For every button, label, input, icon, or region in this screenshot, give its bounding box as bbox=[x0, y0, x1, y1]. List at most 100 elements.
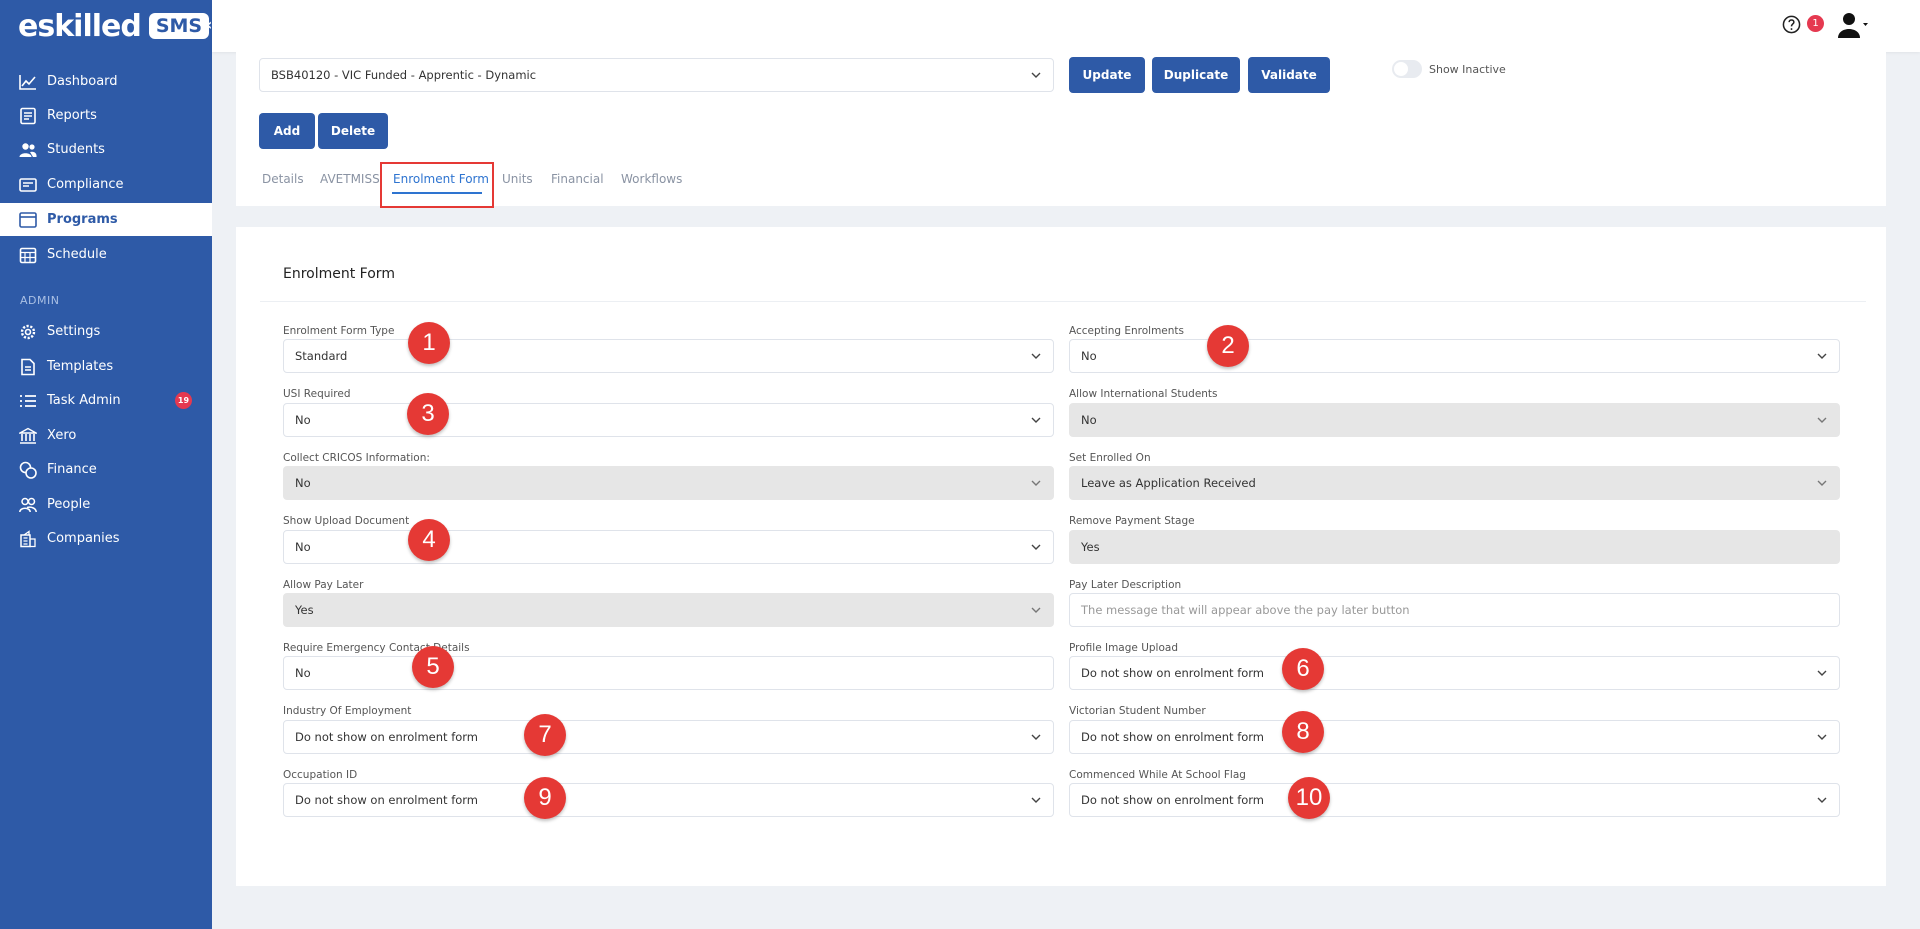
sidebar-item-templates[interactable]: Templates bbox=[0, 350, 212, 383]
logo-text: eskilled bbox=[18, 8, 142, 44]
set-enrolled-on-select: Leave as Application Received bbox=[1069, 466, 1840, 500]
select-value: Leave as Application Received bbox=[1081, 476, 1256, 490]
sidebar-item-settings[interactable]: Settings bbox=[0, 315, 212, 348]
add-button[interactable]: Add bbox=[259, 113, 315, 149]
list-icon bbox=[18, 391, 38, 411]
chevron-down-icon bbox=[1817, 417, 1827, 423]
user-icon[interactable] bbox=[1838, 11, 1868, 39]
select-value: Do not show on enrolment form bbox=[295, 730, 479, 744]
select-value: Yes bbox=[295, 603, 314, 617]
field-label: Accepting Enrolments bbox=[1069, 325, 1185, 337]
tab-avetmiss[interactable]: AVETMISS bbox=[320, 172, 380, 186]
validate-button[interactable]: Validate bbox=[1248, 57, 1330, 93]
sidebar-item-label: Schedule bbox=[47, 247, 107, 262]
show-inactive-toggle[interactable] bbox=[1392, 60, 1422, 78]
field-label: Profile Image Upload bbox=[1069, 642, 1178, 654]
field-label: Pay Later Description bbox=[1069, 579, 1182, 591]
sidebar-item-xero[interactable]: Xero bbox=[0, 419, 212, 452]
top-bar bbox=[212, 0, 1920, 52]
field-label: Victorian Student Number bbox=[1069, 705, 1206, 717]
logo[interactable]: eskilled SMS bbox=[18, 8, 210, 44]
sidebar-item-task-admin[interactable]: Task Admin 19 bbox=[0, 384, 212, 417]
tab-highlight-box bbox=[380, 162, 494, 208]
sidebar-item-finance[interactable]: Finance bbox=[0, 453, 212, 486]
sidebar-item-label: Templates bbox=[47, 359, 114, 374]
show-upload-document-select[interactable]: No bbox=[283, 530, 1054, 564]
accepting-enrolments-select[interactable]: No bbox=[1069, 339, 1840, 373]
sidebar-item-label: Xero bbox=[47, 428, 77, 443]
collect-cricos-select: No bbox=[283, 466, 1054, 500]
usi-required-select[interactable]: No bbox=[283, 403, 1054, 437]
update-button[interactable]: Update bbox=[1069, 57, 1145, 93]
double-chevron-left-icon[interactable]: « bbox=[202, 15, 212, 34]
sidebar-item-people[interactable]: People bbox=[0, 488, 212, 521]
callout-marker: 7 bbox=[524, 714, 566, 756]
chevron-down-icon bbox=[1817, 797, 1827, 803]
chevron-down-icon bbox=[1031, 417, 1041, 423]
sidebar-item-label: Compliance bbox=[47, 177, 124, 192]
field-value: Yes bbox=[1081, 540, 1100, 554]
chevron-down-icon bbox=[1817, 480, 1827, 486]
field-label: Allow International Students bbox=[1069, 388, 1218, 400]
card-divider bbox=[260, 301, 1866, 302]
sidebar-item-label: Students bbox=[47, 142, 105, 157]
callout-marker: 3 bbox=[407, 393, 449, 435]
tab-details[interactable]: Details bbox=[262, 172, 304, 186]
field-label: Show Upload Document bbox=[283, 515, 410, 527]
sidebar-item-label: Programs bbox=[47, 212, 118, 227]
remove-payment-stage-field: Yes bbox=[1069, 530, 1840, 564]
chevron-down-icon bbox=[1817, 734, 1827, 740]
select-value: Do not show on enrolment form bbox=[1081, 666, 1265, 680]
program-select[interactable]: BSB40120 - VIC Funded - Apprentic - Dyna… bbox=[259, 58, 1054, 92]
callout-marker: 8 bbox=[1282, 711, 1324, 753]
sidebar-item-students[interactable]: Students bbox=[0, 133, 212, 166]
sidebar-item-reports[interactable]: Reports bbox=[0, 99, 212, 132]
building-icon bbox=[18, 529, 38, 549]
notification-badge[interactable]: 1 bbox=[1807, 15, 1824, 32]
tab-financial[interactable]: Financial bbox=[551, 172, 604, 186]
sidebar-item-schedule[interactable]: Schedule bbox=[0, 238, 212, 271]
industry-of-employment-select[interactable]: Do not show on enrolment form bbox=[283, 720, 1054, 754]
sidebar-item-dashboard[interactable]: Dashboard bbox=[0, 65, 212, 98]
field-label: Enrolment Form Type bbox=[283, 325, 395, 337]
tab-workflows[interactable]: Workflows bbox=[621, 172, 682, 186]
chevron-down-icon bbox=[1031, 734, 1041, 740]
task-admin-badge: 19 bbox=[175, 392, 192, 409]
chevron-down-icon bbox=[1031, 797, 1041, 803]
pay-later-description-input[interactable]: The message that will appear above the p… bbox=[1069, 593, 1840, 627]
people-icon bbox=[18, 495, 38, 515]
chevron-down-icon bbox=[1031, 72, 1041, 78]
callout-marker: 6 bbox=[1282, 648, 1324, 690]
callout-marker: 10 bbox=[1288, 777, 1330, 819]
callout-marker: 2 bbox=[1207, 325, 1249, 367]
input-placeholder: The message that will appear above the p… bbox=[1081, 603, 1410, 617]
sidebar-item-compliance[interactable]: Compliance bbox=[0, 168, 212, 201]
tab-units[interactable]: Units bbox=[502, 172, 533, 186]
allow-international-select: No bbox=[1069, 403, 1840, 437]
callout-marker: 4 bbox=[408, 519, 450, 561]
field-label: Set Enrolled On bbox=[1069, 452, 1151, 464]
select-value: No bbox=[1081, 349, 1097, 363]
require-emergency-contact-field[interactable]: No bbox=[283, 656, 1054, 690]
document-icon bbox=[18, 357, 38, 377]
admin-section-heading: ADMIN bbox=[20, 294, 60, 307]
gear-icon bbox=[18, 322, 38, 342]
delete-button[interactable]: Delete bbox=[318, 113, 388, 149]
select-value: No bbox=[295, 540, 311, 554]
profile-image-upload-select[interactable]: Do not show on enrolment form bbox=[1069, 656, 1840, 690]
browser-icon bbox=[18, 210, 38, 230]
enrolment-form-type-select[interactable]: Standard bbox=[283, 339, 1054, 373]
help-circle-icon[interactable] bbox=[1782, 15, 1801, 34]
field-label: USI Required bbox=[283, 388, 351, 400]
show-inactive-label: Show Inactive bbox=[1429, 63, 1506, 76]
sidebar-item-programs[interactable]: Programs bbox=[0, 203, 212, 236]
duplicate-button[interactable]: Duplicate bbox=[1152, 57, 1240, 93]
occupation-id-select[interactable]: Do not show on enrolment form bbox=[283, 783, 1054, 817]
bank-icon bbox=[18, 426, 38, 446]
sidebar-item-companies[interactable]: Companies bbox=[0, 522, 212, 555]
field-value: No bbox=[295, 666, 311, 680]
commenced-while-at-school-select[interactable]: Do not show on enrolment form bbox=[1069, 783, 1840, 817]
victorian-student-number-select[interactable]: Do not show on enrolment form bbox=[1069, 720, 1840, 754]
sidebar: eskilled SMS « Dashboard Reports Student… bbox=[0, 0, 212, 929]
chevron-down-icon bbox=[1817, 670, 1827, 676]
